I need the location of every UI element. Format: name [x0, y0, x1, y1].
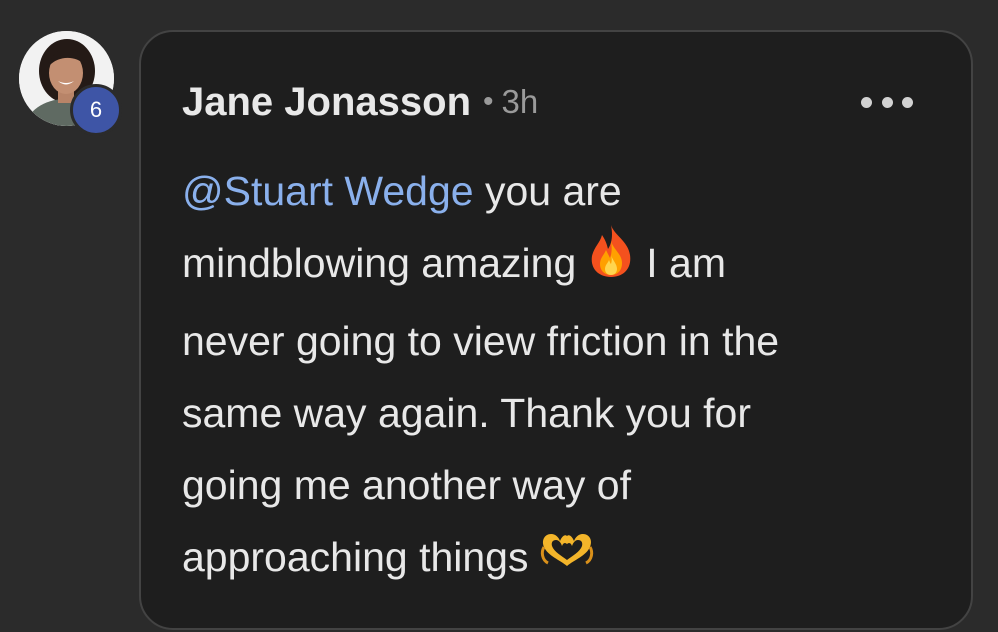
- comment-text: I am: [646, 240, 727, 286]
- notification-badge: 6: [70, 84, 122, 136]
- comment-line: approaching things: [182, 521, 922, 596]
- more-dot-icon: [861, 96, 872, 108]
- comment-card: Jane Jonasson • 3h @Stuart Wedge you are…: [139, 30, 973, 630]
- more-options-button[interactable]: [861, 88, 913, 116]
- comment-line: @Stuart Wedge you are: [182, 155, 922, 227]
- comment-line: going me another way of: [182, 462, 631, 509]
- comment-timestamp: 3h: [501, 83, 539, 120]
- comment-line: same way again. Thank you for: [182, 390, 751, 437]
- separator-dot: •: [483, 85, 494, 118]
- heart-hands-emoji-icon: [538, 520, 596, 592]
- fire-emoji-icon: [586, 223, 636, 301]
- comment-text: approaching things: [182, 534, 529, 581]
- comment-line: mindblowing amazing I am: [182, 225, 922, 305]
- author-name[interactable]: Jane Jonasson: [182, 80, 471, 125]
- comment-text: mindblowing amazing: [182, 240, 577, 286]
- more-dot-icon: [881, 96, 893, 108]
- comment-body: @Stuart Wedge you are mindblowing amazin…: [182, 155, 922, 596]
- comment-header: Jane Jonasson • 3h: [182, 80, 538, 124]
- comment-line: never going to view friction in the: [182, 318, 780, 365]
- comment-text: you are: [473, 168, 622, 214]
- mention-link[interactable]: @Stuart Wedge: [182, 168, 474, 214]
- more-dot-icon: [902, 96, 913, 108]
